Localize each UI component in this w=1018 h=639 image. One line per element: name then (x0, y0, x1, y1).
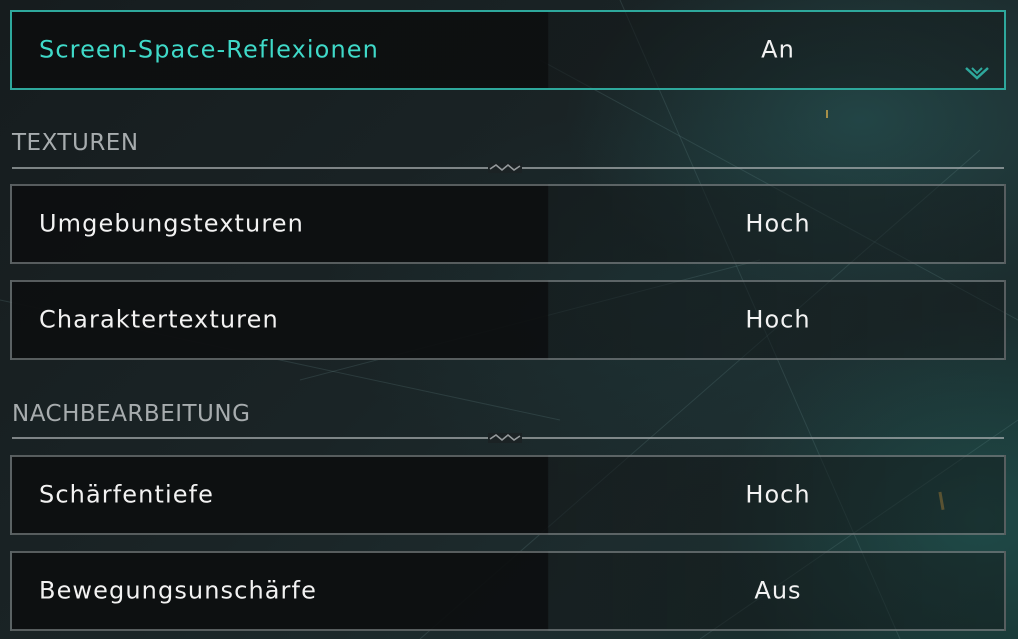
chevron-down-icon[interactable] (964, 66, 990, 80)
setting-label: Umgebungstexturen (39, 209, 304, 238)
section-divider (12, 163, 1004, 173)
setting-row-motion-blur[interactable]: Bewegungsunschärfe Aus (10, 551, 1006, 631)
setting-value: An (761, 35, 795, 64)
section-divider (12, 433, 1004, 443)
setting-label: Charaktertexturen (39, 305, 279, 334)
setting-row-character-textures[interactable]: Charaktertexturen Hoch (10, 280, 1006, 360)
setting-label: Screen-Space-Reflexionen (39, 35, 379, 64)
section-title-textures: TEXTUREN (12, 130, 139, 156)
section-title-post-processing: NACHBEARBEITUNG (12, 401, 251, 427)
zigzag-ornament-icon (488, 163, 522, 173)
setting-value: Hoch (745, 209, 811, 238)
setting-row-environment-textures[interactable]: Umgebungstexturen Hoch (10, 184, 1006, 264)
setting-row-depth-of-field[interactable]: Schärfentiefe Hoch (10, 455, 1006, 535)
setting-label: Schärfentiefe (39, 480, 214, 509)
setting-value: Hoch (745, 305, 811, 334)
zigzag-ornament-icon (488, 433, 522, 443)
setting-value: Aus (754, 576, 802, 605)
setting-label: Bewegungsunschärfe (39, 576, 317, 605)
setting-value: Hoch (745, 480, 811, 509)
setting-row-screen-space-reflections[interactable]: Screen-Space-Reflexionen An (10, 10, 1006, 90)
